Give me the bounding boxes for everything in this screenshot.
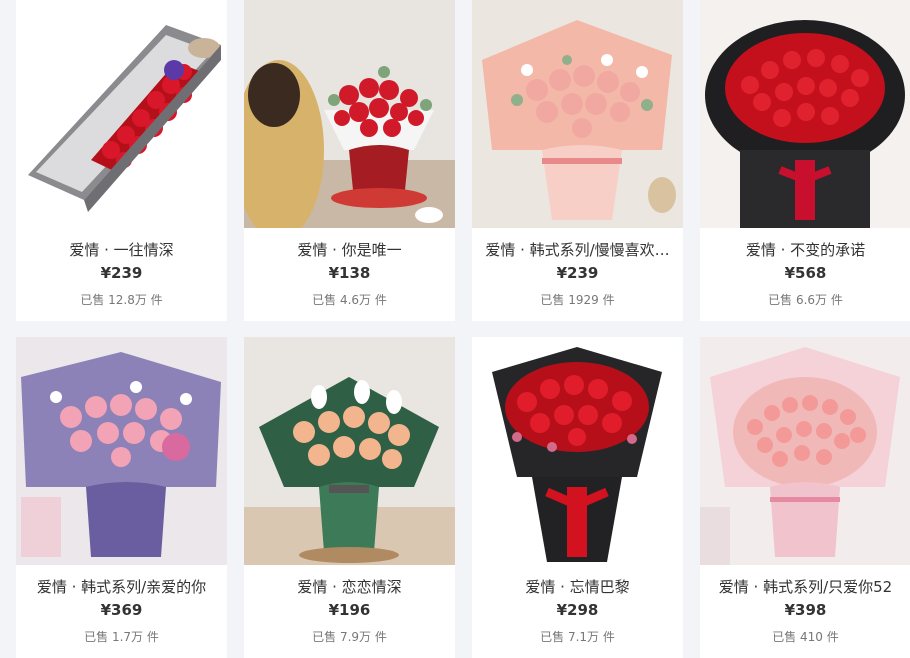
product-sales: 已售 1.7万 件 <box>84 630 159 644</box>
product-grid: 爱情 · 一往情深 ¥239 已售 12.8万 件 爱情 · 你是唯一 ¥138… <box>0 0 910 658</box>
product-card[interactable]: 爱情 · 韩式系列/亲爱的你 ¥369 已售 1.7万 件 <box>16 337 227 658</box>
product-title[interactable]: 爱情 · 韩式系列/只爱你52 <box>704 576 907 597</box>
product-sales: 已售 12.8万 件 <box>80 293 163 307</box>
product-title[interactable]: 爱情 · 恋恋情深 <box>248 576 451 597</box>
product-price: ¥298 <box>556 601 599 619</box>
product-card[interactable]: 爱情 · 忘情巴黎 ¥298 已售 7.1万 件 <box>472 337 683 658</box>
product-sales: 已售 1929 件 <box>540 293 615 307</box>
product-card[interactable]: 爱情 · 不变的承诺 ¥568 已售 6.6万 件 <box>700 0 910 321</box>
product-card[interactable]: 爱情 · 韩式系列/只爱你52 ¥398 已售 410 件 <box>700 337 910 658</box>
product-image[interactable] <box>244 0 455 228</box>
product-title[interactable]: 爱情 · 忘情巴黎 <box>476 576 679 597</box>
product-title[interactable]: 爱情 · 不变的承诺 <box>704 239 907 260</box>
product-price: ¥369 <box>100 601 143 619</box>
product-card[interactable]: 爱情 · 你是唯一 ¥138 已售 4.6万 件 <box>244 0 455 321</box>
product-sales: 已售 4.6万 件 <box>312 293 387 307</box>
product-image[interactable] <box>472 0 683 228</box>
product-sales: 已售 6.6万 件 <box>768 293 843 307</box>
product-card[interactable]: 爱情 · 韩式系列/慢慢喜欢… ¥239 已售 1929 件 <box>472 0 683 321</box>
product-title[interactable]: 爱情 · 韩式系列/亲爱的你 <box>20 576 223 597</box>
product-price: ¥239 <box>100 264 143 282</box>
product-sales: 已售 7.9万 件 <box>312 630 387 644</box>
product-price: ¥138 <box>328 264 371 282</box>
product-image[interactable] <box>700 0 910 228</box>
product-image[interactable] <box>16 337 227 565</box>
product-title[interactable]: 爱情 · 韩式系列/慢慢喜欢… <box>476 239 679 260</box>
product-image[interactable] <box>472 337 683 565</box>
product-image[interactable] <box>700 337 910 565</box>
product-title[interactable]: 爱情 · 一往情深 <box>20 239 223 260</box>
product-sales: 已售 7.1万 件 <box>540 630 615 644</box>
product-price: ¥239 <box>556 264 599 282</box>
product-title[interactable]: 爱情 · 你是唯一 <box>248 239 451 260</box>
product-image[interactable] <box>16 0 227 228</box>
product-card[interactable]: 爱情 · 恋恋情深 ¥196 已售 7.9万 件 <box>244 337 455 658</box>
product-card[interactable]: 爱情 · 一往情深 ¥239 已售 12.8万 件 <box>16 0 227 321</box>
product-sales: 已售 410 件 <box>772 630 839 644</box>
product-price: ¥568 <box>784 264 827 282</box>
product-price: ¥398 <box>784 601 827 619</box>
product-price: ¥196 <box>328 601 371 619</box>
product-image[interactable] <box>244 337 455 565</box>
